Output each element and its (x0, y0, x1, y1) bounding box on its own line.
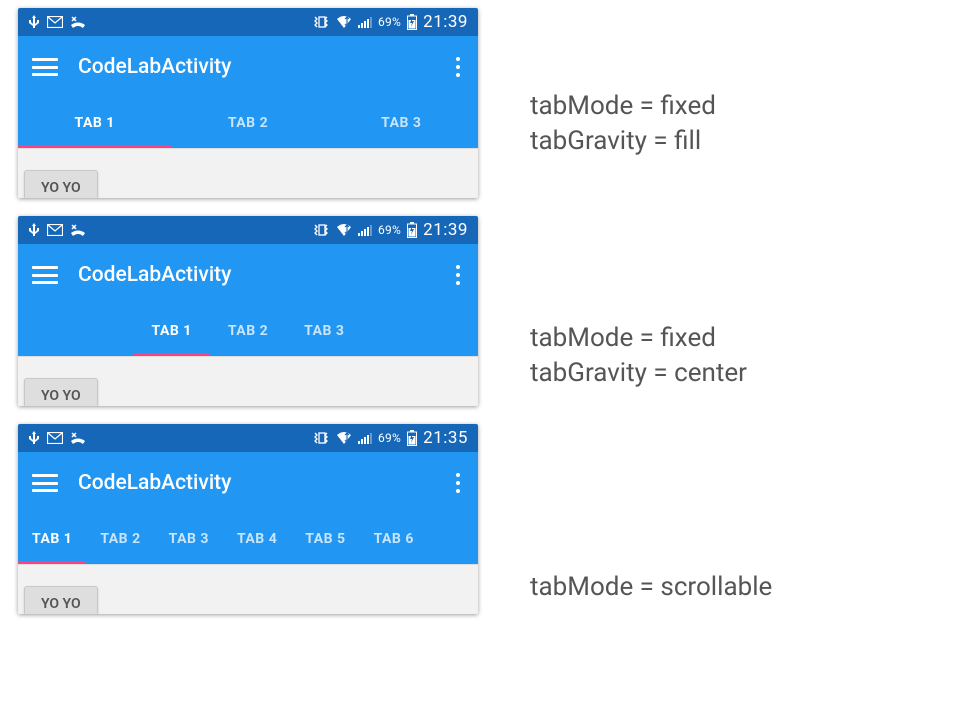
vibrate-icon (312, 15, 330, 29)
phone-screenshot: 69% 21:35 CodeLabActivity TAB 1 TAB 2 TA… (18, 424, 478, 614)
battery-percent: 69% (378, 223, 401, 237)
content-area: YO YO (18, 148, 478, 198)
caption-3: tabMode = scrollable (530, 472, 960, 704)
wifi-icon (336, 223, 352, 237)
tab-1[interactable]: TAB 1 (134, 306, 210, 356)
status-bar: 69% 21:39 (18, 8, 478, 36)
battery-icon (407, 14, 417, 30)
overflow-menu-icon[interactable] (452, 53, 464, 81)
tab-bar: TAB 1 TAB 2 TAB 3 (18, 306, 478, 356)
signal-icon (358, 432, 372, 444)
vibrate-icon (312, 223, 330, 237)
tab-5[interactable]: TAB 5 (291, 514, 359, 564)
status-bar: 69% 21:35 (18, 424, 478, 452)
app-toolbar: CodeLabActivity (18, 244, 478, 306)
app-title: CodeLabActivity (78, 55, 432, 79)
mail-icon (47, 432, 63, 444)
content-area: YO YO (18, 564, 478, 614)
missed-call-icon (70, 431, 86, 445)
yo-yo-button[interactable]: YO YO (24, 586, 98, 614)
app-toolbar: CodeLabActivity (18, 452, 478, 514)
phone-screenshot: 69% 21:39 CodeLabActivity TAB 1 TAB 2 TA… (18, 8, 478, 198)
battery-icon (407, 222, 417, 238)
missed-call-icon (70, 223, 86, 237)
signal-icon (358, 224, 372, 236)
mail-icon (47, 16, 63, 28)
mail-icon (47, 224, 63, 236)
phone-screenshot: 69% 21:39 CodeLabActivity TAB 1 TAB 2 TA… (18, 216, 478, 406)
battery-percent: 69% (378, 431, 401, 445)
clock: 21:39 (423, 12, 468, 32)
hamburger-icon[interactable] (32, 266, 58, 284)
missed-call-icon (70, 15, 86, 29)
tab-bar: TAB 1 TAB 2 TAB 3 (18, 98, 478, 148)
vibrate-icon (312, 431, 330, 445)
caption-line: tabMode = fixed (530, 321, 960, 356)
hamburger-icon[interactable] (32, 58, 58, 76)
tab-3[interactable]: TAB 3 (155, 514, 223, 564)
tab-1[interactable]: TAB 1 (18, 514, 86, 564)
caption-2: tabMode = fixed tabGravity = center (530, 240, 960, 472)
tab-2[interactable]: TAB 2 (86, 514, 154, 564)
hamburger-icon[interactable] (32, 474, 58, 492)
caption-line: tabGravity = center (530, 356, 960, 391)
wifi-icon (336, 15, 352, 29)
tab-1[interactable]: TAB 1 (18, 98, 171, 148)
battery-icon (407, 430, 417, 446)
content-area: YO YO (18, 356, 478, 406)
wifi-icon (336, 431, 352, 445)
usb-icon (28, 431, 40, 445)
yo-yo-button[interactable]: YO YO (24, 378, 98, 406)
tab-3[interactable]: TAB 3 (325, 98, 478, 148)
clock: 21:39 (423, 220, 468, 240)
status-bar: 69% 21:39 (18, 216, 478, 244)
usb-icon (28, 15, 40, 29)
yo-yo-button[interactable]: YO YO (24, 170, 98, 198)
tab-4[interactable]: TAB 4 (223, 514, 291, 564)
overflow-menu-icon[interactable] (452, 261, 464, 289)
clock: 21:35 (423, 428, 468, 448)
overflow-menu-icon[interactable] (452, 469, 464, 497)
tab-6[interactable]: TAB 6 (360, 514, 428, 564)
caption-1: tabMode = fixed tabGravity = fill (530, 8, 960, 240)
tab-2[interactable]: TAB 2 (210, 306, 286, 356)
app-title: CodeLabActivity (78, 263, 432, 287)
caption-line: tabMode = fixed (530, 89, 960, 124)
battery-percent: 69% (378, 15, 401, 29)
tab-3[interactable]: TAB 3 (286, 306, 362, 356)
app-title: CodeLabActivity (78, 471, 432, 495)
usb-icon (28, 223, 40, 237)
signal-icon (358, 16, 372, 28)
tab-bar[interactable]: TAB 1 TAB 2 TAB 3 TAB 4 TAB 5 TAB 6 (18, 514, 478, 564)
tab-2[interactable]: TAB 2 (171, 98, 324, 148)
app-toolbar: CodeLabActivity (18, 36, 478, 98)
caption-line: tabGravity = fill (530, 124, 960, 159)
caption-line: tabMode = scrollable (530, 570, 960, 605)
